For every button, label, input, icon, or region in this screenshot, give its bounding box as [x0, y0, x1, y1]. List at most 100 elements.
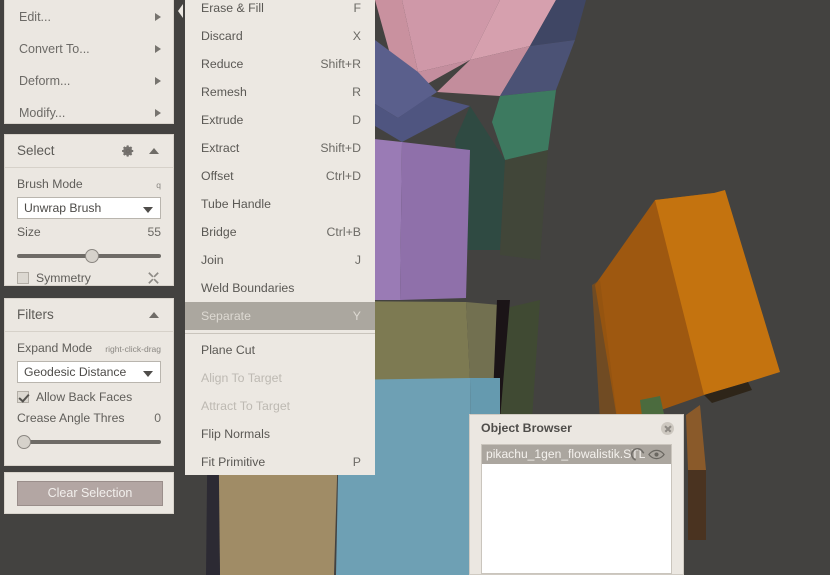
- expand-mode-select[interactable]: Geodesic Distance: [17, 361, 161, 383]
- brush-mode-select[interactable]: Unwrap Brush: [17, 197, 161, 219]
- menu-item-convert-to-label: Convert To...: [19, 42, 90, 56]
- brush-mode-row: Brush Mode q: [17, 175, 161, 194]
- context-menu-item-label: Extract: [201, 141, 240, 155]
- context-menu-item-erase-fill[interactable]: Erase & Fill F: [185, 0, 375, 22]
- context-menu-item-weld-boundaries[interactable]: Weld Boundaries: [185, 274, 375, 302]
- context-menu-item-label: Extrude: [201, 113, 244, 127]
- context-menu-item-label: Tube Handle: [201, 197, 271, 211]
- symmetry-checkbox[interactable]: [17, 272, 29, 284]
- object-browser-header: Object Browser: [470, 415, 683, 441]
- chevron-down-icon: [143, 207, 153, 213]
- context-menu-item-label: Bridge: [201, 225, 237, 239]
- allow-back-faces-checkbox[interactable]: [17, 391, 29, 403]
- filters-panel: Filters Expand Mode right-click-drag Geo…: [4, 298, 174, 466]
- context-menu-item-shortcut: D: [352, 113, 361, 127]
- menu-item-edit[interactable]: Edit...: [5, 1, 173, 33]
- clear-selection-panel: Clear Selection: [4, 472, 174, 514]
- crease-angle-row: Crease Angle Thres 0: [17, 409, 161, 428]
- context-menu-item-label: Attract To Target: [201, 399, 291, 413]
- object-browser-panel: Object Browser pikachu_1gen_flowalistik.…: [469, 414, 684, 575]
- clear-selection-button[interactable]: Clear Selection: [17, 481, 163, 506]
- context-menu-item-shortcut: Ctrl+D: [325, 169, 361, 183]
- filters-panel-body: Expand Mode right-click-drag Geodesic Di…: [5, 332, 173, 464]
- context-menu-item-label: Discard: [201, 29, 243, 43]
- select-panel-header[interactable]: Select: [5, 135, 173, 168]
- context-menu-item-discard[interactable]: Discard X: [185, 22, 375, 50]
- allow-back-faces-row[interactable]: Allow Back Faces: [17, 387, 161, 407]
- context-menu-item-reduce[interactable]: Reduce Shift+R: [185, 50, 375, 78]
- context-menu-item-fit-primitive[interactable]: Fit Primitive P: [185, 448, 375, 476]
- allow-back-faces-label: Allow Back Faces: [36, 390, 133, 404]
- context-menu-item-shortcut: Ctrl+B: [326, 225, 361, 239]
- context-menu-item-extrude[interactable]: Extrude D: [185, 106, 375, 134]
- object-browser-list[interactable]: pikachu_1gen_flowalistik.STL: [481, 444, 672, 574]
- context-menu-notch: [178, 0, 185, 481]
- context-menu-item-label: Align To Target: [201, 371, 282, 385]
- context-menu-item-shortcut: Y: [352, 309, 361, 323]
- context-menu-item-offset[interactable]: Offset Ctrl+D: [185, 162, 375, 190]
- object-browser-title: Object Browser: [481, 421, 572, 435]
- context-menu: Erase & Fill F Discard X Reduce Shift+R Remesh…: [185, 0, 375, 475]
- context-menu-item-label: Reduce: [201, 57, 244, 71]
- chevron-up-icon[interactable]: [149, 148, 159, 154]
- symmetry-label: Symmetry: [36, 271, 91, 285]
- context-menu-item-join[interactable]: Join J: [185, 246, 375, 274]
- context-menu-item-tube-handle[interactable]: Tube Handle: [185, 190, 375, 218]
- chevron-right-icon: [155, 109, 161, 117]
- eye-icon[interactable]: [648, 449, 665, 460]
- context-menu-item-flip-normals[interactable]: Flip Normals: [185, 420, 375, 448]
- context-menu-item-separate[interactable]: Separate Y: [185, 302, 375, 330]
- context-menu-item-plane-cut[interactable]: Plane Cut: [185, 336, 375, 364]
- crease-angle-label: Crease Angle Thres: [17, 411, 125, 425]
- symmetry-row[interactable]: Symmetry: [17, 268, 161, 288]
- chevron-down-icon: [143, 371, 153, 377]
- context-menu-item-bridge[interactable]: Bridge Ctrl+B: [185, 218, 375, 246]
- context-menu-item-shortcut: F: [353, 1, 361, 15]
- chevron-up-icon[interactable]: [149, 312, 159, 318]
- expand-mode-value: Geodesic Distance: [24, 365, 127, 379]
- context-menu-item-label: Separate: [201, 309, 251, 323]
- gear-icon[interactable]: [121, 144, 135, 158]
- context-menu-item-shortcut: P: [352, 455, 361, 469]
- crease-angle-slider[interactable]: [17, 434, 161, 450]
- brush-mode-label: Brush Mode: [17, 177, 83, 191]
- filters-panel-header[interactable]: Filters: [5, 299, 173, 332]
- context-menu-item-shortcut: J: [354, 253, 361, 267]
- expand-mode-hint: right-click-drag: [105, 344, 161, 354]
- brush-mode-hint: q: [156, 180, 161, 190]
- menu-item-deform[interactable]: Deform...: [5, 65, 173, 97]
- wrench-icon[interactable]: [146, 271, 161, 285]
- context-menu-item-shortcut: X: [352, 29, 361, 43]
- menu-item-modify-label: Modify...: [19, 106, 66, 120]
- select-panel-body: Brush Mode q Unwrap Brush Size 55 Symmet…: [5, 168, 173, 298]
- context-menu-item-label: Erase & Fill: [201, 1, 264, 15]
- context-menu-item-remesh[interactable]: Remesh R: [185, 78, 375, 106]
- context-menu-item-label: Weld Boundaries: [201, 281, 295, 295]
- select-panel: Select Brush Mode q Unwrap Brush Size 55: [4, 134, 174, 286]
- size-slider-knob[interactable]: [84, 249, 99, 263]
- left-tool-column: Edit... Convert To... Deform... Modify..…: [0, 0, 178, 575]
- size-slider[interactable]: [17, 248, 161, 264]
- crease-angle-slider-knob[interactable]: [17, 435, 31, 449]
- object-name: pikachu_1gen_flowalistik.STL: [486, 447, 646, 461]
- filters-panel-title: Filters: [17, 307, 54, 322]
- magnet-icon[interactable]: [630, 447, 645, 462]
- list-item[interactable]: pikachu_1gen_flowalistik.STL: [482, 445, 671, 464]
- actions-panel: Edit... Convert To... Deform... Modify..…: [4, 0, 174, 124]
- context-menu-item-shortcut: Shift+R: [320, 57, 361, 71]
- context-menu-item-extract[interactable]: Extract Shift+D: [185, 134, 375, 162]
- context-menu-item-label: Remesh: [201, 85, 247, 99]
- context-menu-item-label: Offset: [201, 169, 234, 183]
- size-row: Size 55: [17, 223, 161, 242]
- close-circle-icon[interactable]: [661, 422, 674, 435]
- context-menu-item-label: Join: [201, 253, 224, 267]
- menu-item-modify[interactable]: Modify...: [5, 97, 173, 129]
- expand-mode-row: Expand Mode right-click-drag: [17, 339, 161, 358]
- menu-item-edit-label: Edit...: [19, 10, 51, 24]
- select-panel-title: Select: [17, 143, 55, 158]
- context-menu-item-shortcut: R: [352, 85, 361, 99]
- size-value: 55: [147, 225, 161, 239]
- chevron-right-icon: [155, 77, 161, 85]
- crease-angle-value: 0: [154, 411, 161, 425]
- menu-item-convert-to[interactable]: Convert To...: [5, 33, 173, 65]
